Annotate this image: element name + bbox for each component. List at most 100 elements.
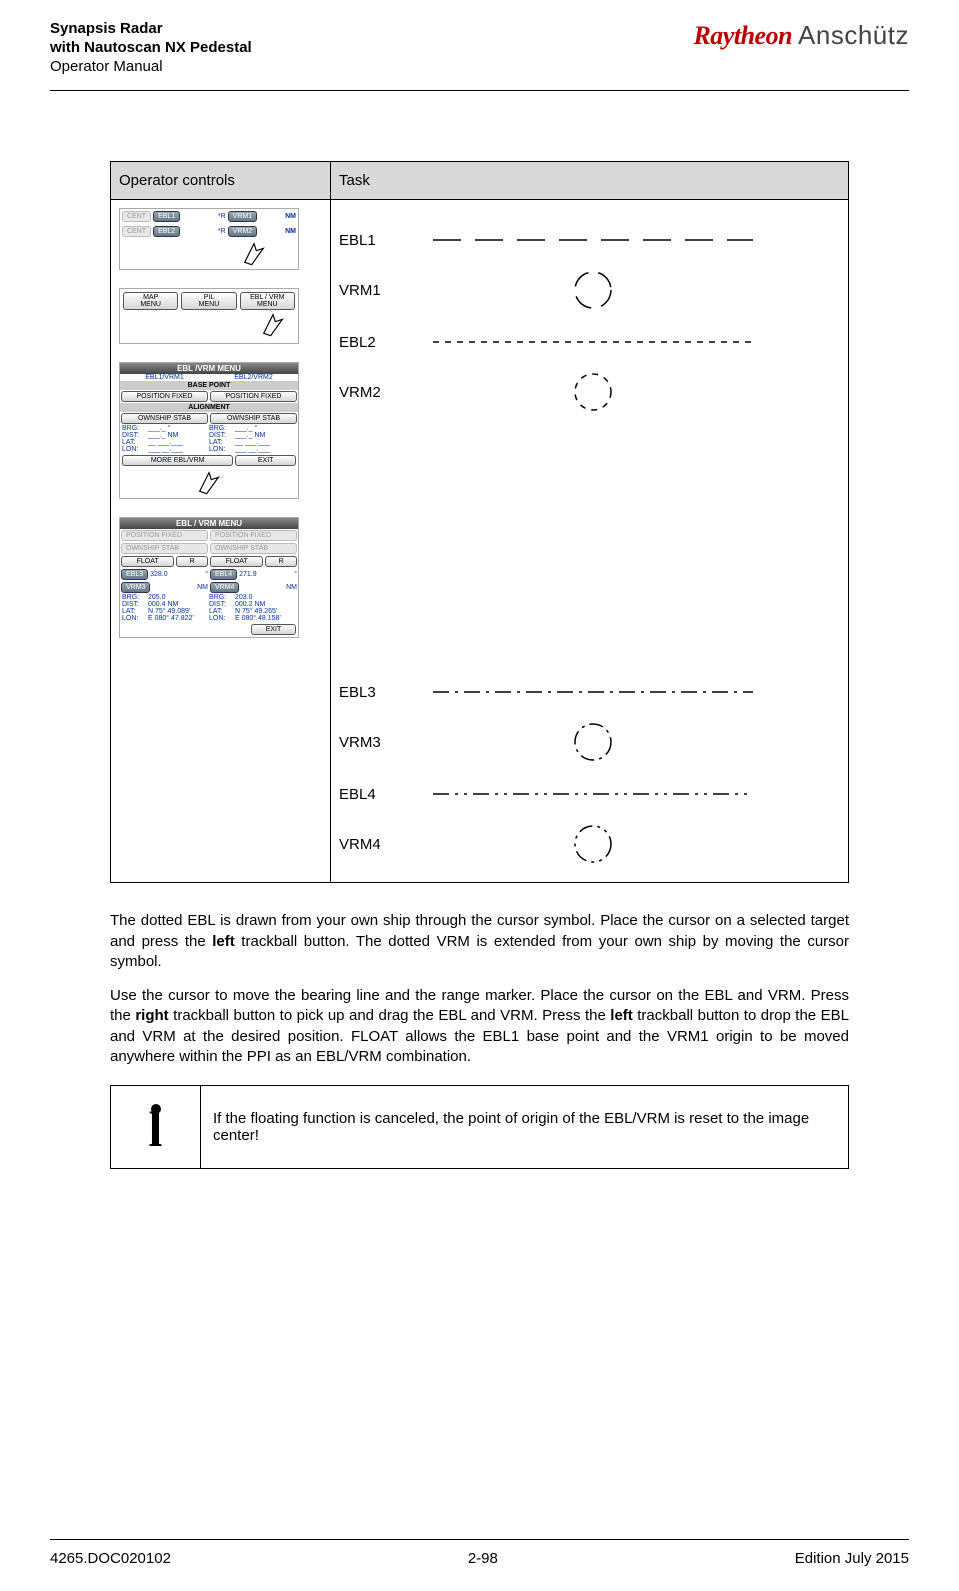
r-1[interactable]: R xyxy=(176,556,208,567)
p4-brg-1: 205.0 xyxy=(148,594,209,601)
r-2[interactable]: R xyxy=(265,556,297,567)
exit-button-1[interactable]: EXIT xyxy=(235,455,296,466)
vrm3-circle-icon xyxy=(433,720,753,764)
p4-brg-2: 203.0 xyxy=(235,594,296,601)
ebl3-button[interactable]: EBL3 xyxy=(121,569,148,580)
legend-ebl3: EBL3 xyxy=(339,684,399,701)
cursor-arrow-icon xyxy=(195,468,223,496)
vrm4-button[interactable]: VRM4 xyxy=(210,582,239,593)
note-text: If the floating function is canceled, th… xyxy=(201,1086,849,1169)
vrm4-circle-icon xyxy=(433,822,753,866)
ebl-vrm-menu-panel-2: EBL / VRM MENU POSITION FIXEDPOSITION FI… xyxy=(119,517,299,638)
logo-anschutz: Anschütz xyxy=(798,20,909,51)
p4-lon-l2: LON: xyxy=(209,615,235,622)
vrm1-circle-icon xyxy=(433,268,753,312)
p4-lon-1: E 080° 47.822' xyxy=(148,615,209,622)
alignment-header: ALIGNMENT xyxy=(120,403,298,412)
more-ebl-vrm-button[interactable]: MORE EBL/VRM xyxy=(122,455,233,466)
footer-page: 2-98 xyxy=(468,1550,498,1567)
ownship-2[interactable]: OWNSHIP STAB xyxy=(210,413,297,424)
lat-val-1: __ ___.___ xyxy=(148,439,209,446)
info-icon-cell: l xyxy=(111,1086,201,1169)
float-2[interactable]: FLOAT xyxy=(210,556,263,567)
lon-val-2: ___ __.___ xyxy=(235,446,296,453)
col-header-operator-controls: Operator controls xyxy=(111,162,331,200)
p2d: left xyxy=(610,1007,633,1024)
p2b: right xyxy=(135,1007,168,1024)
dist-val-1: ___._ NM xyxy=(148,432,209,439)
lon-label: LON: xyxy=(122,446,148,453)
cent-button-2[interactable]: CENT xyxy=(122,226,151,237)
ownship-1[interactable]: OWNSHIP STAB xyxy=(121,413,208,424)
ebl2-line-icon xyxy=(433,322,753,362)
ownship-d1: OWNSHIP STAB xyxy=(121,543,208,554)
exit-button-2[interactable]: EXIT xyxy=(251,624,296,635)
p4-lat-l2: LAT: xyxy=(209,608,235,615)
p4-lon-2: E 080° 48.158' xyxy=(235,615,296,622)
footer-doc: 4265.DOC020102 xyxy=(50,1550,171,1567)
footer-edition: Edition July 2015 xyxy=(795,1550,909,1567)
lon-val-1: ___ __.___ xyxy=(148,446,209,453)
page-header: Synapsis Radar with Nautoscan NX Pedesta… xyxy=(50,20,909,91)
p1b: left xyxy=(212,933,235,950)
ebl4-line-icon xyxy=(433,774,753,814)
ebl4-value: 271.9 xyxy=(239,571,292,578)
ebl-vrm-menu-panel: EBL /VRM MENU EBL1/VRM1EBL2/VRM2 BASE PO… xyxy=(119,362,299,499)
panel3-title: EBL /VRM MENU xyxy=(120,363,298,374)
p4-lat-l: LAT: xyxy=(122,608,148,615)
ebl1-button[interactable]: EBL1 xyxy=(153,211,180,222)
legend-vrm4: VRM4 xyxy=(339,836,399,853)
brg-label-2: BRG: xyxy=(209,425,235,432)
pos-fixed-1[interactable]: POSITION FIXED xyxy=(121,391,208,402)
nm-3: NM xyxy=(152,584,208,591)
ebl4-button[interactable]: EBL4 xyxy=(210,569,237,580)
lat-label: LAT: xyxy=(122,439,148,446)
brg-val-1: ___._ ° xyxy=(148,425,209,432)
ebl3-line-icon xyxy=(433,672,753,712)
deg-1: ° xyxy=(205,571,208,578)
legend-vrm3: VRM3 xyxy=(339,734,399,751)
info-icon: l xyxy=(123,1104,188,1150)
doc-title-1: Synapsis Radar xyxy=(50,20,252,39)
logo: Raytheon Anschütz xyxy=(693,20,909,51)
cent-button[interactable]: CENT xyxy=(122,211,151,222)
logo-raytheon: Raytheon xyxy=(693,21,792,51)
lat-val-2: __ ___.___ xyxy=(235,439,296,446)
panel4-title: EBL / VRM MENU xyxy=(120,518,298,529)
ebl2-button[interactable]: EBL2 xyxy=(153,226,180,237)
pil-menu-button[interactable]: PIL MENU xyxy=(181,292,236,310)
float-1[interactable]: FLOAT xyxy=(121,556,174,567)
pos-fixed-d2: POSITION FIXED xyxy=(210,530,297,541)
pos-fixed-d1: POSITION FIXED xyxy=(121,530,208,541)
p4-brg-l2: BRG: xyxy=(209,594,235,601)
controls-task-table: Operator controls Task CENT EBL1 *R VRM1… xyxy=(110,161,849,883)
p4-dist-l: DIST: xyxy=(122,601,148,608)
brg-val-2: ___._ ° xyxy=(235,425,296,432)
vrm3-button[interactable]: VRM3 xyxy=(121,582,150,593)
page-footer: 4265.DOC020102 2-98 Edition July 2015 xyxy=(50,1539,909,1567)
vrm2-button[interactable]: VRM2 xyxy=(228,226,257,237)
dist-label-2: DIST: xyxy=(209,432,235,439)
brg-label: BRG: xyxy=(122,425,148,432)
menu-buttons-panel: MAP MENU PIL MENU EBL / VRM MENU xyxy=(119,288,299,344)
map-menu-button[interactable]: MAP MENU xyxy=(123,292,178,310)
vrm1-button[interactable]: VRM1 xyxy=(228,211,257,222)
operator-controls-cell: CENT EBL1 *R VRM1 NM CENT EBL2 *R VRM2 N… xyxy=(111,200,331,883)
lon-label-2: LON: xyxy=(209,446,235,453)
note-table: l If the floating function is canceled, … xyxy=(110,1085,849,1169)
doc-title-block: Synapsis Radar with Nautoscan NX Pedesta… xyxy=(50,20,252,76)
nm-label-2: NM xyxy=(285,228,296,235)
ebl-vrm-menu-button[interactable]: EBL / VRM MENU xyxy=(240,292,295,310)
doc-subtitle: Operator Manual xyxy=(50,58,252,77)
dist-label: DIST: xyxy=(122,432,148,439)
deg-2: ° xyxy=(294,571,297,578)
body-text: The dotted EBL is drawn from your own sh… xyxy=(110,911,849,1067)
pos-fixed-2[interactable]: POSITION FIXED xyxy=(210,391,297,402)
ebl-vrm-readout-panel: CENT EBL1 *R VRM1 NM CENT EBL2 *R VRM2 N… xyxy=(119,208,299,270)
dist-val-2: ___._ NM xyxy=(235,432,296,439)
p2c: trackball button to pick up and drag the… xyxy=(169,1007,611,1024)
r-prefix-1: *R xyxy=(218,213,226,220)
legend-vrm1: VRM1 xyxy=(339,282,399,299)
legend-vrm2: VRM2 xyxy=(339,384,399,401)
base-point-header: BASE POINT xyxy=(120,381,298,390)
